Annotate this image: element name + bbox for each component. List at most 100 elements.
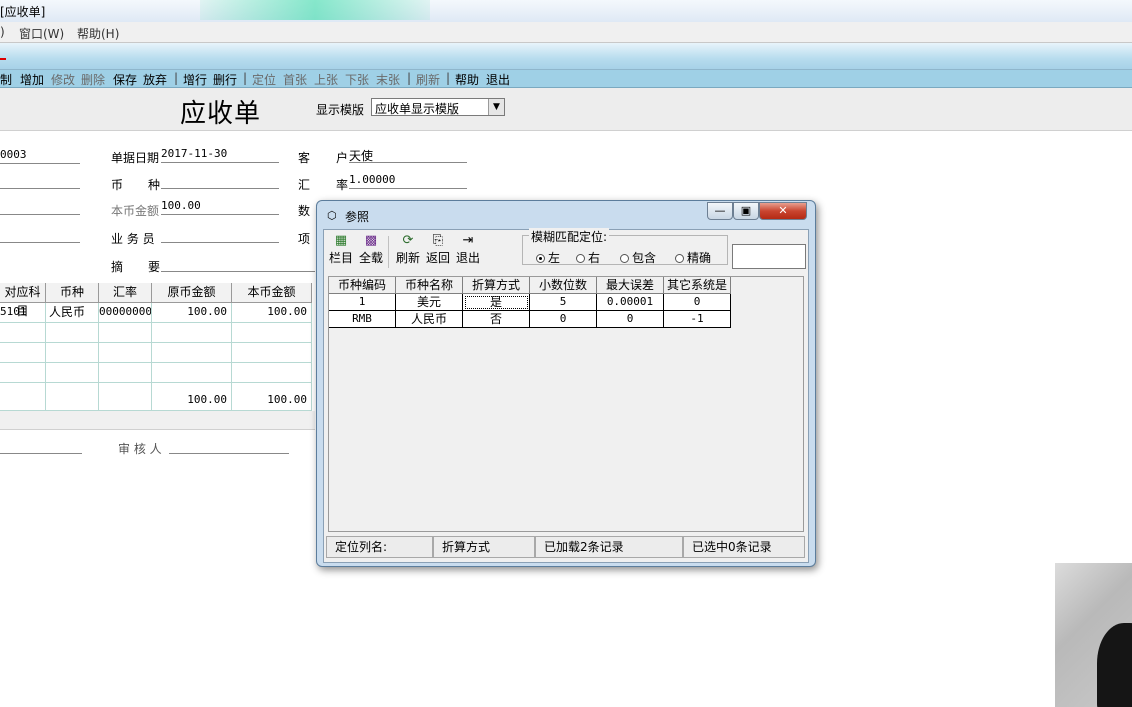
toolbar-edit[interactable]: 修改	[51, 71, 75, 88]
grid-cell[interactable]	[232, 343, 312, 363]
columns-icon: ▦	[334, 233, 348, 248]
template-select[interactable]: 应收单显示模版 ▼	[371, 98, 505, 116]
ref-cell[interactable]: 0	[530, 311, 597, 328]
refresh-button[interactable]: ⟳ 刷新	[394, 234, 422, 266]
close-icon[interactable]: ✕	[759, 202, 807, 220]
grid-total-cell	[99, 383, 152, 411]
grid-cell[interactable]	[0, 343, 46, 363]
ref-cell[interactable]: 否	[463, 311, 530, 328]
grid-cell[interactable]: 100.00	[152, 303, 232, 323]
toolbar-add-row[interactable]: 增行	[183, 71, 207, 88]
toolbar-next[interactable]: 下张	[345, 71, 369, 88]
ref-cell[interactable]: -1	[664, 311, 731, 328]
grid-cell[interactable]	[46, 323, 99, 343]
field-blank-4[interactable]	[0, 227, 80, 243]
ref-cell[interactable]: 0.00001	[597, 294, 664, 311]
grid-cell[interactable]	[99, 343, 152, 363]
grid-header-account[interactable]: 对应科目	[0, 283, 46, 318]
toolbar-last[interactable]: 末张	[376, 71, 400, 88]
field-blank-2[interactable]	[0, 173, 80, 189]
currency-field[interactable]	[161, 173, 279, 189]
grid-cell[interactable]	[46, 343, 99, 363]
toolbar-locate[interactable]: 定位	[252, 71, 276, 88]
doc-number-field[interactable]: 0003	[0, 148, 80, 164]
ref-cell[interactable]: 美元	[396, 294, 463, 311]
grid-cell[interactable]	[46, 363, 99, 383]
ref-header-decimals[interactable]: 小数位数	[530, 277, 597, 294]
ref-cell[interactable]: RMB	[329, 311, 396, 328]
radio-left[interactable]: 左	[536, 249, 560, 266]
ref-cell[interactable]: 0	[597, 311, 664, 328]
toolbar-save[interactable]: 保存	[113, 71, 137, 88]
customer-field[interactable]: 天使	[349, 147, 467, 163]
grid-cell[interactable]	[0, 363, 46, 383]
ref-header-conversion[interactable]: 折算方式	[463, 277, 530, 294]
ref-cell[interactable]: 1	[329, 294, 396, 311]
grid-cell[interactable]: 100.00	[232, 303, 312, 323]
ref-cell[interactable]: 人民币	[396, 311, 463, 328]
rate-field[interactable]: 1.00000	[349, 173, 467, 189]
summary-field[interactable]	[161, 256, 315, 272]
grid-cell[interactable]	[152, 323, 232, 343]
menu-item-partial[interactable]: )	[0, 25, 5, 39]
toolbar-exit[interactable]: 退出	[486, 71, 510, 88]
template-select-value: 应收单显示模版	[375, 102, 460, 116]
toolbar-prev[interactable]: 上张	[314, 71, 338, 88]
grid-cell[interactable]	[232, 363, 312, 383]
footer-field[interactable]	[0, 438, 82, 454]
load-all-button[interactable]: ▩ 全载	[357, 234, 385, 266]
grid-cell[interactable]: 00000000	[99, 303, 152, 323]
grid-cell[interactable]	[0, 323, 46, 343]
grid-header-local-amount[interactable]: 本币金额	[232, 283, 312, 303]
maximize-icon[interactable]: ▣	[733, 202, 759, 220]
radio-right[interactable]: 右	[576, 249, 600, 266]
grid-cell[interactable]: 人民币	[46, 303, 99, 323]
ref-cell[interactable]: 0	[664, 294, 731, 311]
ref-header-max-error[interactable]: 最大误差	[597, 277, 664, 294]
title-highlight	[200, 0, 430, 20]
dialog-title: 参照	[345, 210, 370, 224]
grid-cell[interactable]	[99, 323, 152, 343]
columns-button-label: 栏目	[328, 251, 353, 265]
ref-cell[interactable]: 5	[530, 294, 597, 311]
toolbar-help[interactable]: 帮助	[455, 71, 479, 88]
load-all-button-label: 全载	[358, 251, 383, 265]
currency-label-b: 种	[148, 178, 161, 192]
toolbar-discard[interactable]: 放弃	[143, 71, 167, 88]
minimize-icon[interactable]: —	[707, 202, 733, 220]
ref-cell-focused[interactable]: 是	[463, 294, 530, 311]
grid-header-rate[interactable]: 汇率	[99, 283, 152, 303]
toolbar-delete[interactable]: 删除	[81, 71, 105, 88]
menu-item-help[interactable]: 帮助(H)	[77, 25, 119, 42]
chevron-down-icon[interactable]: ▼	[488, 99, 504, 115]
doc-number-value: 0003	[0, 148, 27, 161]
toolbar-delete-row[interactable]: 删行	[213, 71, 237, 88]
radio-contains[interactable]: 包含	[620, 249, 656, 266]
salesman-field[interactable]	[161, 227, 279, 243]
toolbar-refresh[interactable]: 刷新	[416, 71, 440, 88]
grid-cell[interactable]	[232, 323, 312, 343]
grid-total-local: 100.00	[232, 383, 312, 411]
radio-exact[interactable]: 精确	[675, 249, 711, 266]
customer-label-b: 户	[336, 151, 349, 165]
dialog-app-icon: ⬡	[327, 209, 337, 222]
toolbar-add[interactable]: 增加	[20, 71, 44, 88]
grid-cell[interactable]	[99, 363, 152, 383]
date-field[interactable]: 2017-11-30	[161, 147, 279, 163]
columns-button[interactable]: ▦ 栏目	[327, 234, 355, 266]
search-input[interactable]	[732, 244, 806, 269]
field-blank-3[interactable]	[0, 199, 80, 215]
return-button[interactable]: ⎘ 返回	[424, 234, 452, 266]
ref-header-other-system[interactable]: 其它系统是	[664, 277, 731, 294]
grid-cell[interactable]	[152, 363, 232, 383]
toolbar-item-0[interactable]: 制	[0, 71, 12, 88]
menu-item-window[interactable]: 窗口(W)	[19, 25, 64, 42]
ref-header-code[interactable]: 币种编码	[329, 277, 396, 294]
grid-cell[interactable]: 5101	[0, 303, 46, 323]
toolbar-first[interactable]: 首张	[283, 71, 307, 88]
ref-header-name[interactable]: 币种名称	[396, 277, 463, 294]
grid-cell[interactable]	[152, 343, 232, 363]
exit-button[interactable]: ⇥ 退出	[454, 234, 482, 266]
grid-header-orig-amount[interactable]: 原币金额	[152, 283, 232, 303]
grid-header-currency[interactable]: 币种	[46, 283, 99, 303]
